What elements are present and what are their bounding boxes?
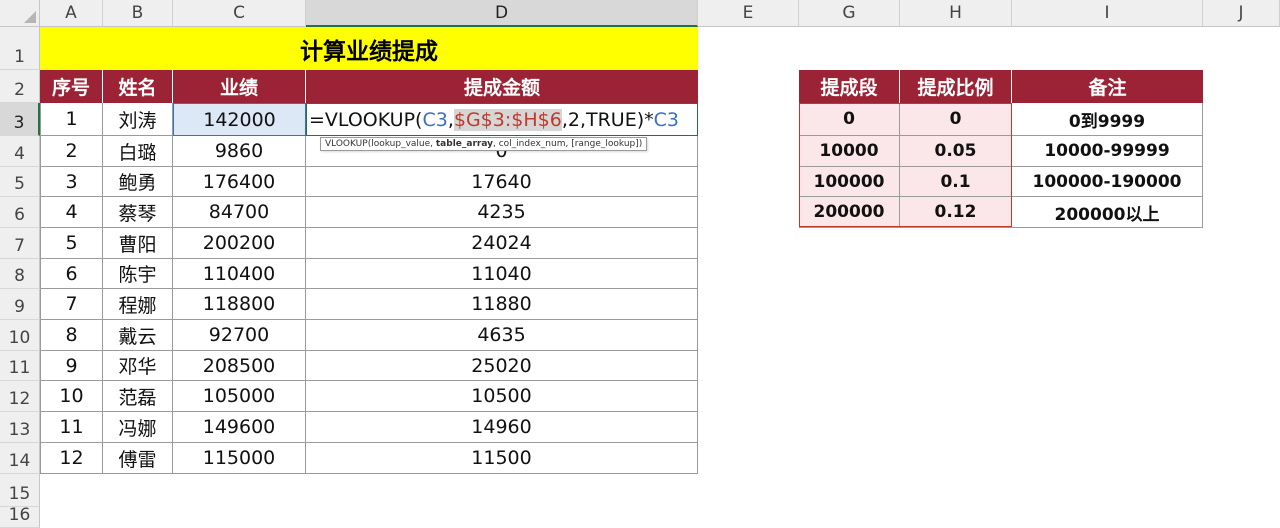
cell-performance[interactable]: 200200 — [173, 228, 306, 259]
column-header-g[interactable]: G — [799, 0, 900, 27]
row-header-13[interactable]: 13 — [0, 412, 40, 443]
rate-cell-rate[interactable]: 0 — [900, 103, 1012, 136]
cell-performance[interactable]: 110400 — [173, 259, 306, 289]
cell-no[interactable]: 10 — [40, 381, 103, 412]
cell-name[interactable]: 范磊 — [103, 381, 173, 412]
cell-no[interactable]: 12 — [40, 443, 103, 474]
cell-no[interactable]: 3 — [40, 167, 103, 197]
row-header-16[interactable]: 16 — [0, 505, 40, 528]
cell-commission[interactable]: 11880 — [306, 289, 698, 320]
cell-commission[interactable]: 14960 — [306, 412, 698, 443]
row-header-2[interactable]: 2 — [0, 70, 40, 103]
cell-no[interactable]: 8 — [40, 320, 103, 351]
cell-no[interactable]: 4 — [40, 197, 103, 228]
cell-performance[interactable]: 176400 — [173, 167, 306, 197]
cell-name[interactable]: 陈宇 — [103, 259, 173, 289]
cell-performance[interactable]: 92700 — [173, 320, 306, 351]
formula-prefix: =VLOOKUP( — [309, 108, 423, 131]
rate-header-rate[interactable]: 提成比例 — [900, 70, 1012, 103]
sheet-title[interactable]: 计算业绩提成 — [40, 27, 698, 70]
rate-cell-rate[interactable]: 0.12 — [900, 197, 1012, 228]
cell-commission[interactable]: 24024 — [306, 228, 698, 259]
cell-performance[interactable]: 84700 — [173, 197, 306, 228]
rate-cell-note[interactable]: 100000-190000 — [1012, 167, 1203, 197]
cell-name[interactable]: 白璐 — [103, 136, 173, 167]
cell-no[interactable]: 7 — [40, 289, 103, 320]
cell-no[interactable]: 5 — [40, 228, 103, 259]
formula-ref-c3: C3 — [422, 108, 448, 131]
rate-cell-note[interactable]: 10000-99999 — [1012, 136, 1203, 167]
cell-no[interactable]: 9 — [40, 351, 103, 381]
rate-cell-segment[interactable]: 200000 — [799, 197, 900, 228]
formula-range-ref: $G$3:$H$6 — [453, 108, 562, 131]
row-header-11[interactable]: 11 — [0, 351, 40, 381]
row-header-5[interactable]: 5 — [0, 167, 40, 197]
header-commission[interactable]: 提成金额 — [306, 70, 698, 103]
column-header-c[interactable]: C — [173, 0, 306, 27]
cell-commission[interactable]: 11500 — [306, 443, 698, 474]
cell-name[interactable]: 戴云 — [103, 320, 173, 351]
cell-no[interactable]: 11 — [40, 412, 103, 443]
header-performance[interactable]: 业绩 — [173, 70, 306, 103]
formula-editor-d3[interactable]: =VLOOKUP(C3, $G$3:$H$6,2,TRUE)* C3 — [306, 103, 698, 136]
cell-performance[interactable]: 9860 — [173, 136, 306, 167]
function-tooltip[interactable]: VLOOKUP(lookup_value, table_array, col_i… — [320, 137, 648, 151]
column-header-a[interactable]: A — [40, 0, 103, 27]
cell-commission[interactable]: 25020 — [306, 351, 698, 381]
cell-commission[interactable]: 10500 — [306, 381, 698, 412]
row-header-4[interactable]: 4 — [0, 136, 40, 167]
row-header-12[interactable]: 12 — [0, 381, 40, 412]
cell-name[interactable]: 曹阳 — [103, 228, 173, 259]
column-header-b[interactable]: B — [103, 0, 173, 27]
header-name[interactable]: 姓名 — [103, 70, 173, 103]
formula-middle: ,2,TRUE)* — [561, 108, 654, 131]
row-header-7[interactable]: 7 — [0, 228, 40, 259]
row-header-3[interactable]: 3 — [0, 103, 40, 136]
cell-name[interactable]: 鲍勇 — [103, 167, 173, 197]
rate-header-note[interactable]: 备注 — [1012, 70, 1203, 103]
row-header-6[interactable]: 6 — [0, 197, 40, 228]
cell-performance[interactable]: 142000 — [173, 103, 306, 136]
cell-name[interactable]: 蔡琴 — [103, 197, 173, 228]
row-header-9[interactable]: 9 — [0, 289, 40, 320]
cell-name[interactable]: 傅雷 — [103, 443, 173, 474]
column-header-d[interactable]: D — [306, 0, 698, 27]
cell-name[interactable]: 邓华 — [103, 351, 173, 381]
cell-no[interactable]: 2 — [40, 136, 103, 167]
cell-commission[interactable]: 17640 — [306, 167, 698, 197]
cell-name[interactable]: 冯娜 — [103, 412, 173, 443]
header-no[interactable]: 序号 — [40, 70, 103, 103]
column-header-i[interactable]: I — [1012, 0, 1203, 27]
select-all-corner[interactable] — [0, 0, 40, 27]
cell-performance[interactable]: 118800 — [173, 289, 306, 320]
row-header-8[interactable]: 8 — [0, 259, 40, 289]
rate-header-segment[interactable]: 提成段 — [799, 70, 900, 103]
cell-commission[interactable]: 4235 — [306, 197, 698, 228]
cell-performance[interactable]: 105000 — [173, 381, 306, 412]
row-header-14[interactable]: 14 — [0, 443, 40, 474]
row-header-15[interactable]: 15 — [0, 474, 40, 507]
cell-no[interactable]: 6 — [40, 259, 103, 289]
cell-name[interactable]: 程娜 — [103, 289, 173, 320]
column-header-h[interactable]: H — [900, 0, 1012, 27]
rate-cell-note[interactable]: 0到9999 — [1012, 103, 1203, 136]
rate-cell-segment[interactable]: 10000 — [799, 136, 900, 167]
row-header-10[interactable]: 10 — [0, 320, 40, 351]
rate-cell-rate[interactable]: 0.05 — [900, 136, 1012, 167]
rate-cell-rate[interactable]: 0.1 — [900, 167, 1012, 197]
formula-ref-c3-second: C3 — [653, 108, 679, 131]
cell-name[interactable]: 刘涛 — [103, 103, 173, 136]
cell-no[interactable]: 1 — [40, 103, 103, 136]
cell-performance[interactable]: 208500 — [173, 351, 306, 381]
column-header-e[interactable]: E — [698, 0, 799, 27]
rate-cell-segment[interactable]: 0 — [799, 103, 900, 136]
cell-performance[interactable]: 115000 — [173, 443, 306, 474]
cell-commission[interactable]: 11040 — [306, 259, 698, 289]
rate-cell-segment[interactable]: 100000 — [799, 167, 900, 197]
row-header-1[interactable]: 1 — [0, 27, 40, 70]
column-header-j[interactable]: J — [1203, 0, 1280, 27]
rate-cell-note[interactable]: 200000以上 — [1012, 197, 1203, 228]
cell-performance[interactable]: 149600 — [173, 412, 306, 443]
cell-commission[interactable]: 4635 — [306, 320, 698, 351]
